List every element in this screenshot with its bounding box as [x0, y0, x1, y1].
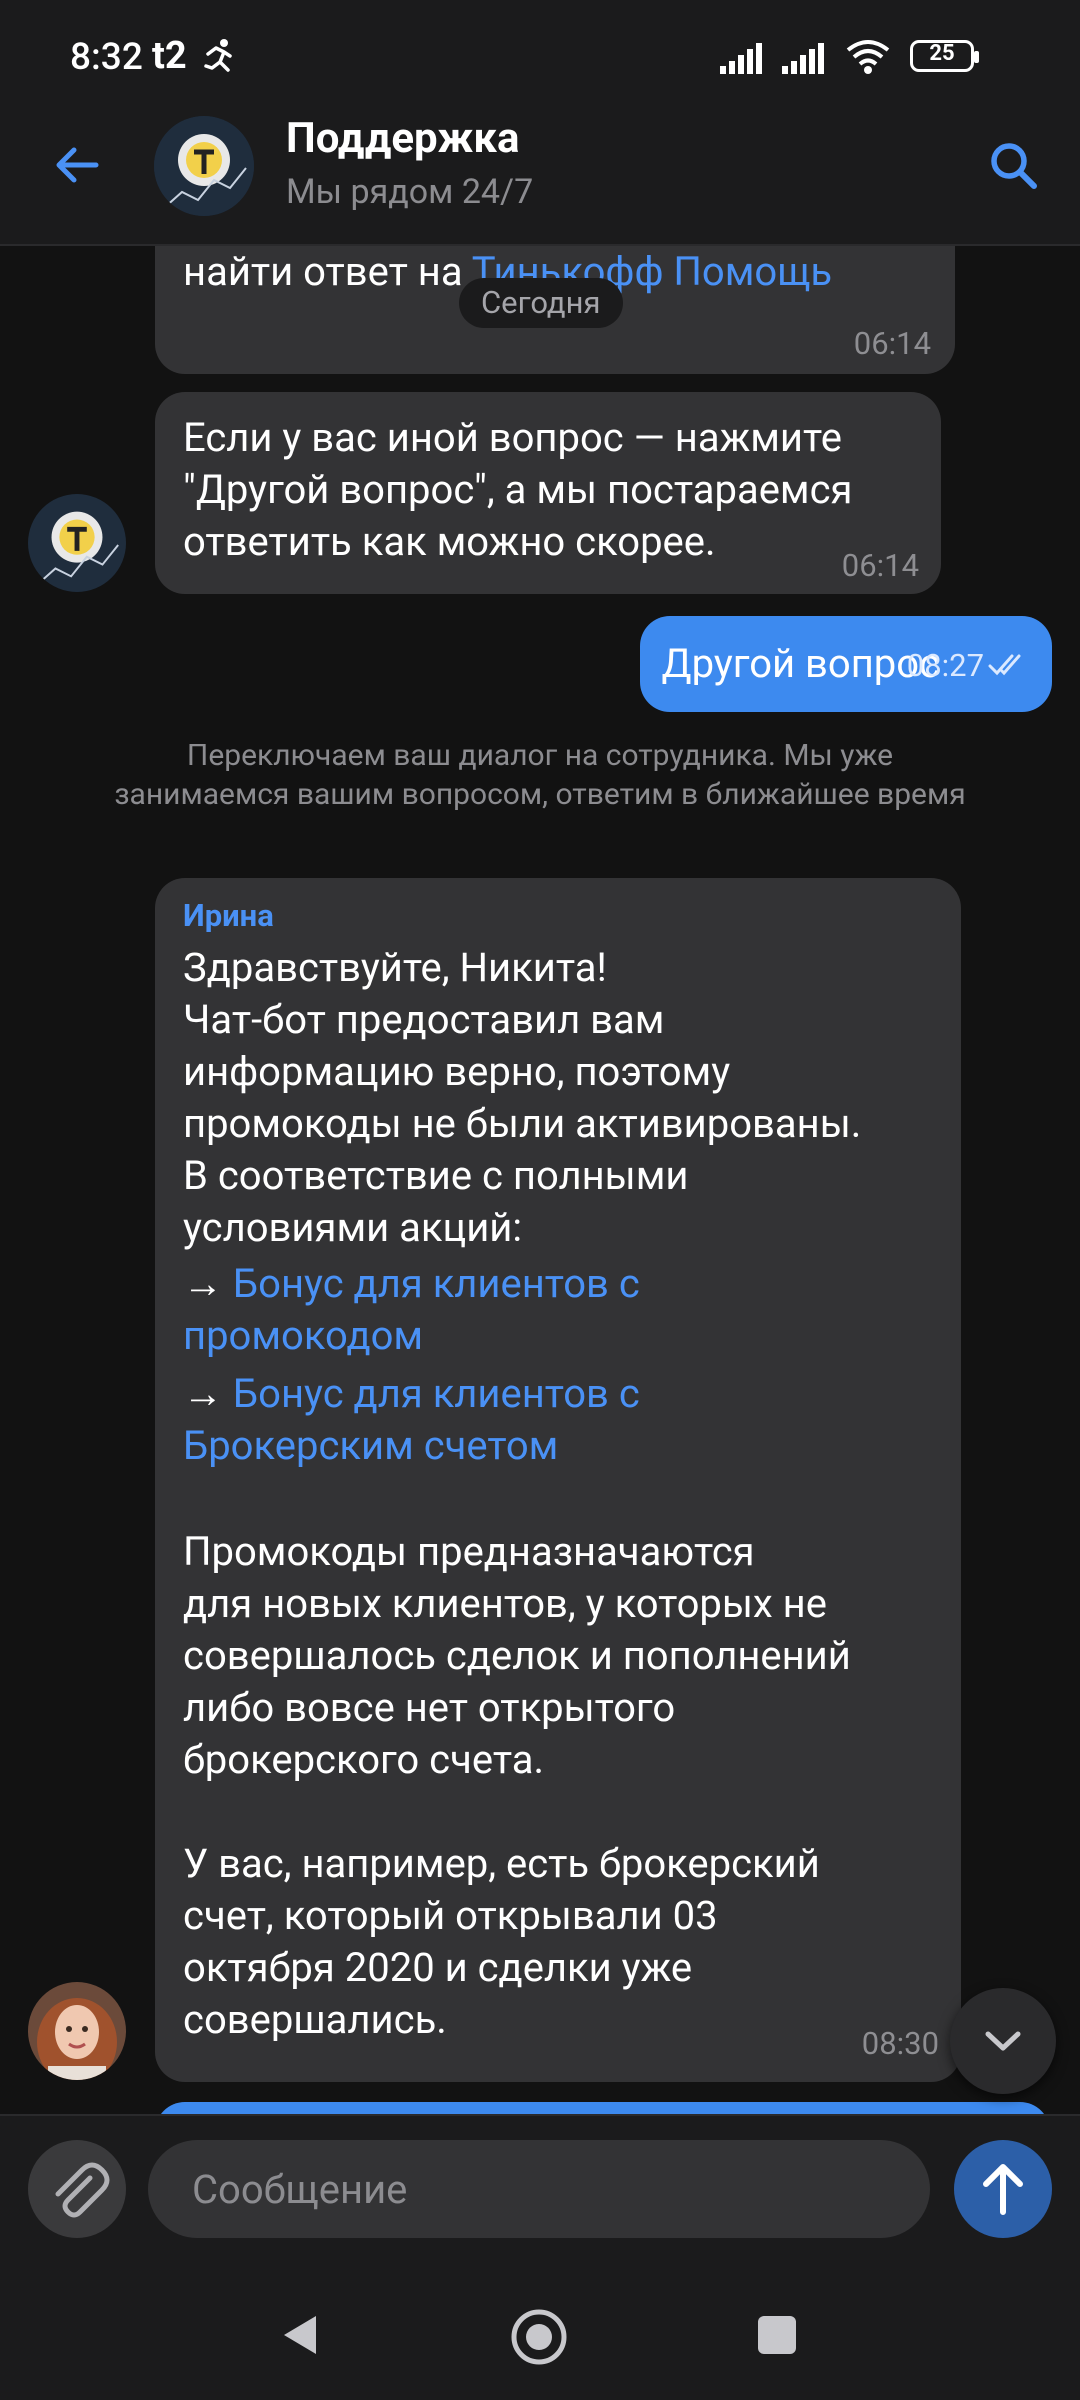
bonus-link-promocode[interactable]: → Бонус для клиентов с — [183, 1258, 640, 1310]
message-time: 08:27 — [906, 647, 984, 684]
search-icon[interactable] — [986, 138, 1042, 194]
tinkoff-logo-icon — [28, 494, 126, 592]
link-text[interactable]: Бонус для клиентов с — [233, 1370, 640, 1417]
date-separator: Сегодня — [459, 278, 623, 328]
message-time: 06:14 — [841, 547, 919, 584]
carrier-label: t2 — [152, 34, 187, 78]
message-input[interactable] — [148, 2140, 930, 2238]
read-check-icon — [988, 654, 1021, 676]
link-text[interactable]: Брокерским счетом — [183, 1420, 558, 1472]
message-line: для новых клиентов, у которых не — [183, 1580, 827, 1627]
battery-icon: 25 — [910, 40, 979, 72]
message-line: либо вовсе нет открытого — [183, 1684, 676, 1731]
message-line: совершалось сделок и пополнений — [183, 1632, 851, 1679]
link-text[interactable]: промокодом — [183, 1310, 423, 1362]
link-text[interactable]: Бонус для клиентов с — [233, 1260, 640, 1307]
status-time: 8:32 — [70, 36, 143, 79]
message-bubble-outgoing-partial — [155, 2102, 1050, 2114]
message-line: информацию верно, поэтому — [183, 1048, 731, 1095]
activity-icon — [204, 39, 232, 72]
signal-icon-2 — [782, 43, 824, 74]
message-line: промокоды не были активированы. — [183, 1100, 862, 1147]
message-line: "Другой вопрос", а мы постараемся — [183, 466, 853, 513]
message-line: совершались. — [183, 1996, 447, 2043]
bonus-link-broker[interactable]: → Бонус для клиентов с — [183, 1368, 640, 1420]
message-line: Чат-бот предоставил вам — [183, 996, 665, 1043]
paperclip-icon — [55, 2162, 110, 2218]
message-line: ответить как можно скорее. — [183, 518, 716, 565]
system-nav-bar — [0, 2270, 1080, 2400]
message-line: Если у вас иной вопрос — нажмите — [183, 414, 842, 461]
message-bubble-bot: Если у вас иной вопрос — нажмите "Другой… — [155, 392, 941, 594]
status-icons: 25 — [720, 36, 1080, 82]
message-line: В соответствие с полными — [183, 1152, 689, 1199]
message-line: Промокоды предназначаются — [183, 1528, 755, 1575]
chat-header: Поддержка Мы рядом 24/7 — [0, 92, 1080, 246]
back-arrow-icon[interactable] — [52, 140, 102, 190]
chat-title: Поддержка — [286, 114, 520, 163]
nav-home-icon[interactable] — [510, 2308, 568, 2366]
nav-back-icon[interactable] — [276, 2310, 326, 2360]
chevron-down-icon — [985, 2031, 1021, 2051]
message-author: Ирина — [183, 897, 274, 934]
message-time: 06:14 — [853, 325, 931, 362]
arrow-up-icon — [983, 2164, 1023, 2215]
arrow-glyph: → — [183, 1260, 223, 1307]
message-list[interactable]: ▔▔▔ найти ответ на Тинькофф Помощь 06:14… — [0, 246, 1080, 2114]
message-text: Другой вопрос — [661, 640, 940, 687]
message-line: октября 2020 и сделки уже — [183, 1944, 693, 1991]
attach-button[interactable] — [28, 2140, 126, 2238]
nav-recents-icon[interactable] — [756, 2314, 798, 2356]
operator-photo — [28, 1982, 126, 2080]
message-line: У вас, например, есть брокерский — [183, 1840, 820, 1887]
message-line: счет, который открывали 03 — [183, 1892, 718, 1939]
message-line: условиями акций: — [183, 1204, 523, 1251]
message-bubble-operator: Ирина Здравствуйте, Никита! Чат-бот пред… — [155, 878, 961, 2082]
message-time: 08:30 — [861, 2025, 939, 2062]
send-button[interactable] — [954, 2140, 1052, 2238]
message-bubble-outgoing: Другой вопрос 08:27 — [639, 616, 1052, 712]
wifi-icon — [846, 40, 890, 74]
signal-icon — [720, 43, 762, 74]
message-composer — [0, 2114, 1080, 2272]
status-bar: 8:32 t2 25 — [0, 0, 1080, 92]
battery-level: 25 — [929, 41, 955, 66]
message-line: брокерского счета. — [183, 1736, 545, 1783]
scroll-down-button[interactable] — [950, 1988, 1056, 2094]
support-avatar[interactable] — [154, 116, 254, 216]
operator-avatar[interactable] — [28, 1982, 126, 2080]
bot-avatar[interactable] — [28, 494, 126, 592]
chat-subtitle: Мы рядом 24/7 — [286, 172, 534, 212]
arrow-glyph: → — [183, 1370, 223, 1417]
system-message: Переключаем ваш диалог на сотрудника. Мы… — [114, 738, 966, 812]
tinkoff-logo-icon — [154, 116, 254, 216]
message-line: Здравствуйте, Никита! — [183, 944, 607, 991]
